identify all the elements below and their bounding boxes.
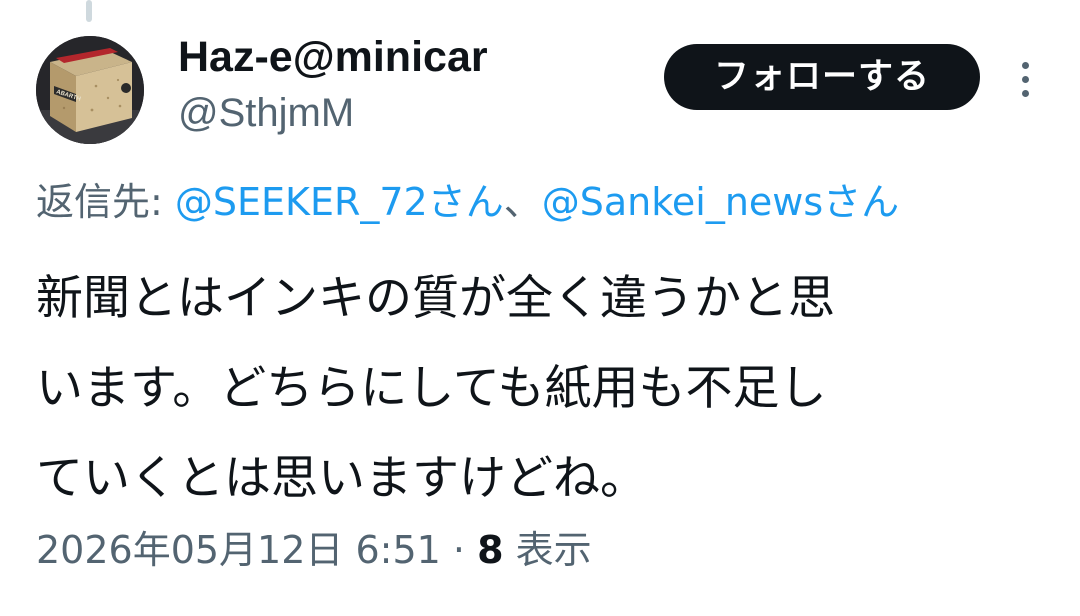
tweet-timestamp[interactable]: 2026年05月12日 6:51 — [36, 528, 441, 572]
tweet-line: います。どちらにしても紙用も不足し — [36, 361, 827, 416]
tweet-body: 新聞とはインキの質が全く違うかと思 います。どちらにしても紙用も不足し ていくと… — [36, 254, 1046, 524]
reply-context: 返信先: @SEEKER_72さん、@Sankei_newsさん — [36, 176, 899, 228]
views-count: 8 — [477, 528, 504, 572]
author-display-name[interactable]: Haz-e@minicar — [178, 30, 488, 84]
reply-mention-sankei[interactable]: @Sankei_newsさん — [542, 180, 899, 224]
views-label: 表示 — [503, 528, 592, 572]
follow-button[interactable]: フォローする — [664, 44, 980, 110]
thread-connector-line — [86, 0, 92, 22]
more-dot — [1022, 76, 1029, 83]
tweet-line: ていくとは思いますけどね。 — [36, 451, 647, 506]
tweet-line: 新聞とはインキの質が全く違うかと思 — [36, 271, 835, 326]
meta-separator-dot: · — [440, 528, 478, 572]
reply-prefix: 返信先: — [36, 180, 175, 224]
author-handle[interactable]: @SthjmM — [178, 88, 354, 138]
tweet-meta: 2026年05月12日 6:51 · 8 表示 — [36, 524, 592, 576]
more-dot — [1022, 62, 1029, 69]
reply-separator: 、 — [503, 180, 542, 224]
more-options-icon[interactable] — [1006, 58, 1046, 102]
avatar-box-image: ABARTH — [36, 36, 144, 144]
reply-mention-seeker[interactable]: @SEEKER_72さん — [175, 180, 504, 224]
more-dot — [1022, 90, 1029, 97]
avatar[interactable]: ABARTH — [36, 36, 144, 144]
